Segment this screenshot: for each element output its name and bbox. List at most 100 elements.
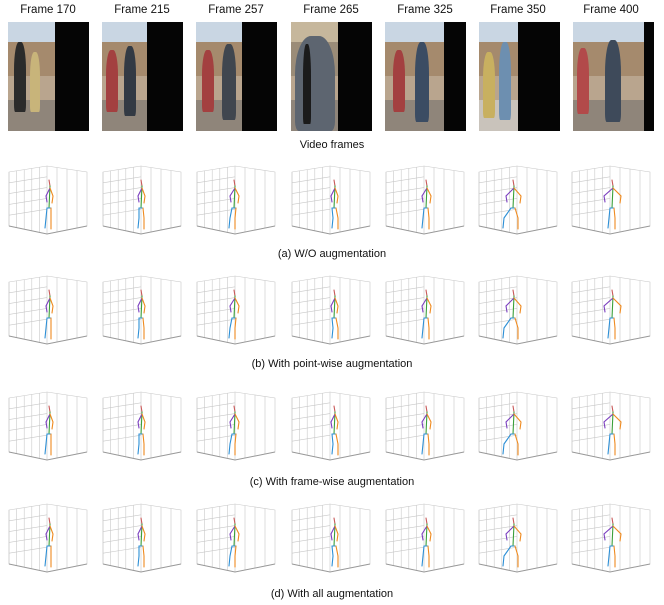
video-frame-170 [8, 22, 89, 131]
pose-skeleton [603, 289, 622, 340]
pose-skeleton [228, 289, 240, 340]
plot-grid [8, 275, 88, 345]
caption-video-frames: Video frames [299, 139, 365, 151]
plot-grid [8, 503, 88, 573]
plot-grid [571, 275, 651, 345]
pose-plot-a-5 [478, 165, 558, 235]
video-frame-350 [479, 22, 560, 131]
plot-grid [571, 165, 651, 235]
plot-grid [8, 165, 88, 235]
plot-grid [385, 165, 465, 235]
pose-skeleton [137, 289, 146, 340]
video-frame-325 [385, 22, 466, 131]
frame-title-350: Frame 350 [490, 4, 546, 16]
pose-plot-b-6 [571, 275, 651, 345]
pose-skeleton [603, 517, 622, 568]
plot-grid [385, 503, 465, 573]
pose-skeleton [502, 179, 522, 230]
frame-title-325: Frame 325 [397, 4, 453, 16]
pose-plot-c-0 [8, 391, 88, 461]
frame-title-170: Frame 170 [20, 4, 76, 16]
pose-skeleton [421, 517, 432, 568]
pose-plot-d-0 [8, 503, 88, 573]
pose-plot-a-1 [102, 165, 182, 235]
caption-row-a: (a) W/O augmentation [277, 248, 387, 260]
pose-plot-b-2 [196, 275, 276, 345]
pose-plot-d-1 [102, 503, 182, 573]
pose-skeleton [228, 405, 240, 456]
plot-grid [291, 165, 371, 235]
pose-skeleton [502, 517, 522, 568]
video-frame-257 [196, 22, 277, 131]
plot-grid [571, 391, 651, 461]
pose-skeleton [330, 179, 339, 230]
pose-skeleton [421, 405, 432, 456]
video-frame-265 [291, 22, 372, 131]
frame-title-257: Frame 257 [208, 4, 264, 16]
plot-grid [291, 503, 371, 573]
plot-grid [385, 391, 465, 461]
figure: Frame 170 Frame 215 Frame 257 Frame 265 … [0, 0, 664, 605]
video-frame-215 [102, 22, 183, 131]
plot-grid [196, 275, 276, 345]
frame-title-400: Frame 400 [583, 4, 639, 16]
pose-skeleton [137, 179, 146, 230]
pose-skeleton [502, 405, 522, 456]
pose-plot-c-3 [291, 391, 371, 461]
pose-skeleton [421, 289, 432, 340]
pose-skeleton [228, 179, 240, 230]
pose-plot-b-3 [291, 275, 371, 345]
video-frame-400 [573, 22, 654, 131]
plot-grid [196, 391, 276, 461]
pose-skeleton [44, 517, 54, 568]
pose-plot-d-4 [385, 503, 465, 573]
pose-plot-d-5 [478, 503, 558, 573]
pose-skeleton [137, 405, 146, 456]
plot-grid [102, 165, 182, 235]
plot-grid [102, 275, 182, 345]
pose-skeleton [330, 289, 339, 340]
pose-skeleton [44, 289, 54, 340]
pose-plot-d-2 [196, 503, 276, 573]
plot-grid [291, 391, 371, 461]
pose-plot-d-3 [291, 503, 371, 573]
pose-skeleton [44, 405, 54, 456]
pose-skeleton [603, 179, 622, 230]
pose-plot-b-0 [8, 275, 88, 345]
pose-plot-c-5 [478, 391, 558, 461]
pose-plot-b-5 [478, 275, 558, 345]
pose-skeleton [44, 179, 54, 230]
pose-plot-d-6 [571, 503, 651, 573]
caption-row-d: (d) With all augmentation [270, 588, 394, 600]
pose-plot-c-1 [102, 391, 182, 461]
plot-grid [196, 165, 276, 235]
pose-plot-a-0 [8, 165, 88, 235]
plot-grid [102, 503, 182, 573]
pose-plot-b-4 [385, 275, 465, 345]
caption-row-c: (c) With frame-wise augmentation [249, 476, 415, 488]
plot-grid [571, 503, 651, 573]
plot-grid [291, 275, 371, 345]
pose-skeleton [228, 517, 240, 568]
plot-grid [102, 391, 182, 461]
pose-plot-a-2 [196, 165, 276, 235]
frame-title-215: Frame 215 [114, 4, 170, 16]
pose-plot-c-4 [385, 391, 465, 461]
caption-row-b: (b) With point-wise augmentation [251, 358, 413, 370]
pose-skeleton [502, 289, 522, 340]
pose-plot-c-2 [196, 391, 276, 461]
pose-plot-a-4 [385, 165, 465, 235]
pose-skeleton [330, 405, 339, 456]
pose-skeleton [137, 517, 146, 568]
pose-skeleton [421, 179, 432, 230]
plot-grid [8, 391, 88, 461]
pose-plot-a-3 [291, 165, 371, 235]
pose-skeleton [603, 405, 622, 456]
pose-plot-a-6 [571, 165, 651, 235]
frame-title-265: Frame 265 [303, 4, 359, 16]
plot-grid [196, 503, 276, 573]
pose-plot-c-6 [571, 391, 651, 461]
pose-skeleton [330, 517, 339, 568]
pose-plot-b-1 [102, 275, 182, 345]
plot-grid [385, 275, 465, 345]
